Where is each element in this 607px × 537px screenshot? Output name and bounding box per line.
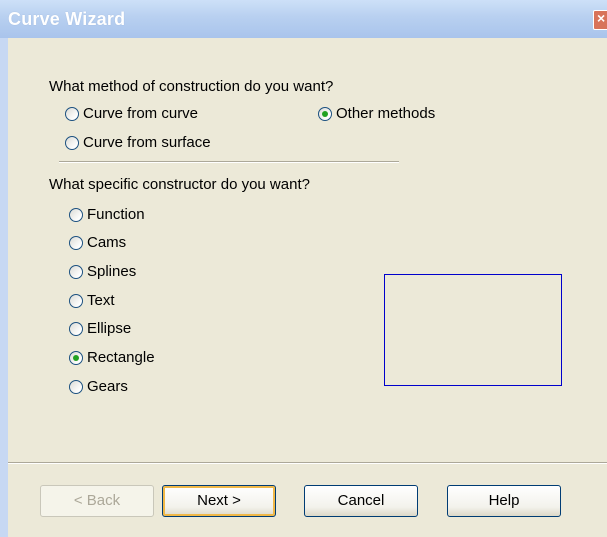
shape-preview-box <box>384 274 562 386</box>
back-button[interactable]: < Back <box>40 485 154 517</box>
radio-text[interactable]: Text <box>69 292 115 309</box>
title-bar[interactable]: Curve Wizard × <box>0 0 607 38</box>
radio-curve-from-surface[interactable]: Curve from surface <box>65 134 211 151</box>
radio-label: Curve from curve <box>83 105 199 122</box>
next-button[interactable]: Next > <box>162 485 276 517</box>
curve-wizard-window: Curve Wizard × What method of constructi… <box>0 0 607 537</box>
radio-label: Curve from surface <box>83 134 211 151</box>
radio-gears[interactable]: Gears <box>69 378 128 395</box>
radio-label: Rectangle <box>87 349 155 366</box>
radio-circle <box>69 379 83 394</box>
radio-function[interactable]: Function <box>69 206 145 223</box>
radio-circle <box>69 207 83 222</box>
radio-circle-checked <box>69 350 83 365</box>
constructor-question: What specific constructor do you want? <box>49 176 310 193</box>
radio-circle <box>69 264 83 279</box>
radio-label: Splines <box>87 263 137 280</box>
radio-circle <box>65 135 79 150</box>
close-button[interactable]: × <box>593 10 607 30</box>
radio-circle-checked <box>318 106 332 121</box>
help-button[interactable]: Help <box>447 485 561 517</box>
radio-label: Ellipse <box>87 320 132 337</box>
close-icon: × <box>597 10 606 26</box>
separator-line <box>59 161 399 163</box>
radio-label: Cams <box>87 234 127 251</box>
button-separator <box>8 462 607 464</box>
construction-question: What method of construction do you want? <box>49 78 334 95</box>
radio-label: Function <box>87 206 145 223</box>
radio-label: Text <box>87 292 115 309</box>
radio-circle <box>69 235 83 250</box>
radio-circle <box>69 293 83 308</box>
window-title: Curve Wizard <box>8 9 126 29</box>
radio-circle <box>69 321 83 336</box>
radio-splines[interactable]: Splines <box>69 263 136 280</box>
radio-other-methods[interactable]: Other methods <box>318 105 435 122</box>
radio-cams[interactable]: Cams <box>69 234 126 251</box>
radio-circle <box>65 106 79 121</box>
radio-label: Gears <box>87 378 128 395</box>
cancel-button[interactable]: Cancel <box>304 485 418 517</box>
window-frame-left <box>0 38 8 537</box>
radio-rectangle[interactable]: Rectangle <box>69 349 155 366</box>
radio-curve-from-curve[interactable]: Curve from curve <box>65 105 198 122</box>
radio-ellipse[interactable]: Ellipse <box>69 320 131 337</box>
radio-label: Other methods <box>336 105 436 122</box>
wizard-body: What method of construction do you want?… <box>8 38 607 537</box>
